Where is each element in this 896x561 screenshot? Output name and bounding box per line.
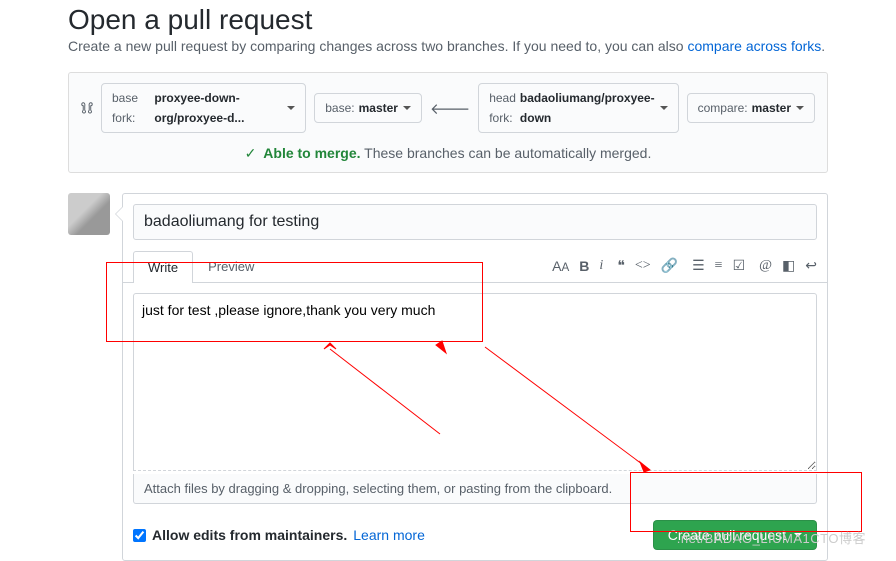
watermark: .net/BADAO_LIUMA1CTO博客	[677, 528, 866, 547]
reference-icon[interactable]: ◧	[782, 258, 795, 275]
compare-branch-select[interactable]: compare: master	[687, 93, 815, 123]
pr-editor: Write Preview AA B i ❝ <> 🔗 ☰ ≡	[122, 193, 828, 561]
tab-preview[interactable]: Preview	[193, 250, 269, 282]
allow-edits-label: Allow edits from maintainers.	[152, 527, 347, 543]
pr-body-textarea[interactable]: just for test ,please ignore,thank you v…	[133, 293, 817, 471]
ol-icon[interactable]: ≡	[715, 258, 723, 275]
attach-hint[interactable]: Attach files by dragging & dropping, sel…	[133, 474, 817, 504]
quote-icon[interactable]: ❝	[617, 258, 625, 275]
link-icon[interactable]: 🔗	[661, 258, 678, 275]
bold-icon[interactable]: B	[579, 258, 589, 274]
arrow-left-icon: 🡐	[430, 99, 470, 118]
subtitle-post: .	[821, 38, 825, 54]
text-size-icon[interactable]: AA	[552, 258, 569, 274]
mention-icon[interactable]: @	[759, 258, 772, 275]
merge-message: These branches can be automatically merg…	[364, 145, 651, 161]
git-compare-icon	[81, 100, 93, 116]
check-icon: ✓	[245, 145, 257, 161]
reply-icon[interactable]: ↩	[805, 258, 817, 275]
merge-ok-text: Able to merge.	[263, 145, 360, 161]
page-subtitle: Create a new pull request by comparing c…	[68, 38, 828, 54]
merge-status: ✓ Able to merge. These branches can be a…	[81, 145, 815, 162]
code-icon[interactable]: <>	[635, 258, 651, 275]
subtitle-text: Create a new pull request by comparing c…	[68, 38, 687, 54]
task-icon[interactable]: ☑	[733, 258, 746, 275]
md-toolbar: AA B i ❝ <> 🔗 ☰ ≡ ☑ @	[552, 258, 817, 275]
learn-more-link[interactable]: Learn more	[353, 527, 425, 543]
base-branch-select[interactable]: base: master	[314, 93, 422, 123]
compare-bar: base fork: proxyee-down-org/proxyee-d...…	[68, 72, 828, 173]
base-fork-select[interactable]: base fork: proxyee-down-org/proxyee-d...	[101, 83, 306, 133]
italic-icon[interactable]: i	[599, 258, 603, 274]
editor-tabs: Write Preview AA B i ❝ <> 🔗 ☰ ≡	[123, 250, 827, 283]
pr-title-input[interactable]	[133, 204, 817, 240]
page-title: Open a pull request	[68, 4, 828, 36]
compare-forks-link[interactable]: compare across forks	[687, 38, 821, 54]
head-fork-select[interactable]: head fork: badaoliumang/proxyee-down	[478, 83, 678, 133]
ul-icon[interactable]: ☰	[692, 258, 705, 275]
avatar	[68, 193, 110, 235]
tab-write[interactable]: Write	[133, 251, 193, 283]
allow-edits-checkbox[interactable]	[133, 529, 146, 542]
